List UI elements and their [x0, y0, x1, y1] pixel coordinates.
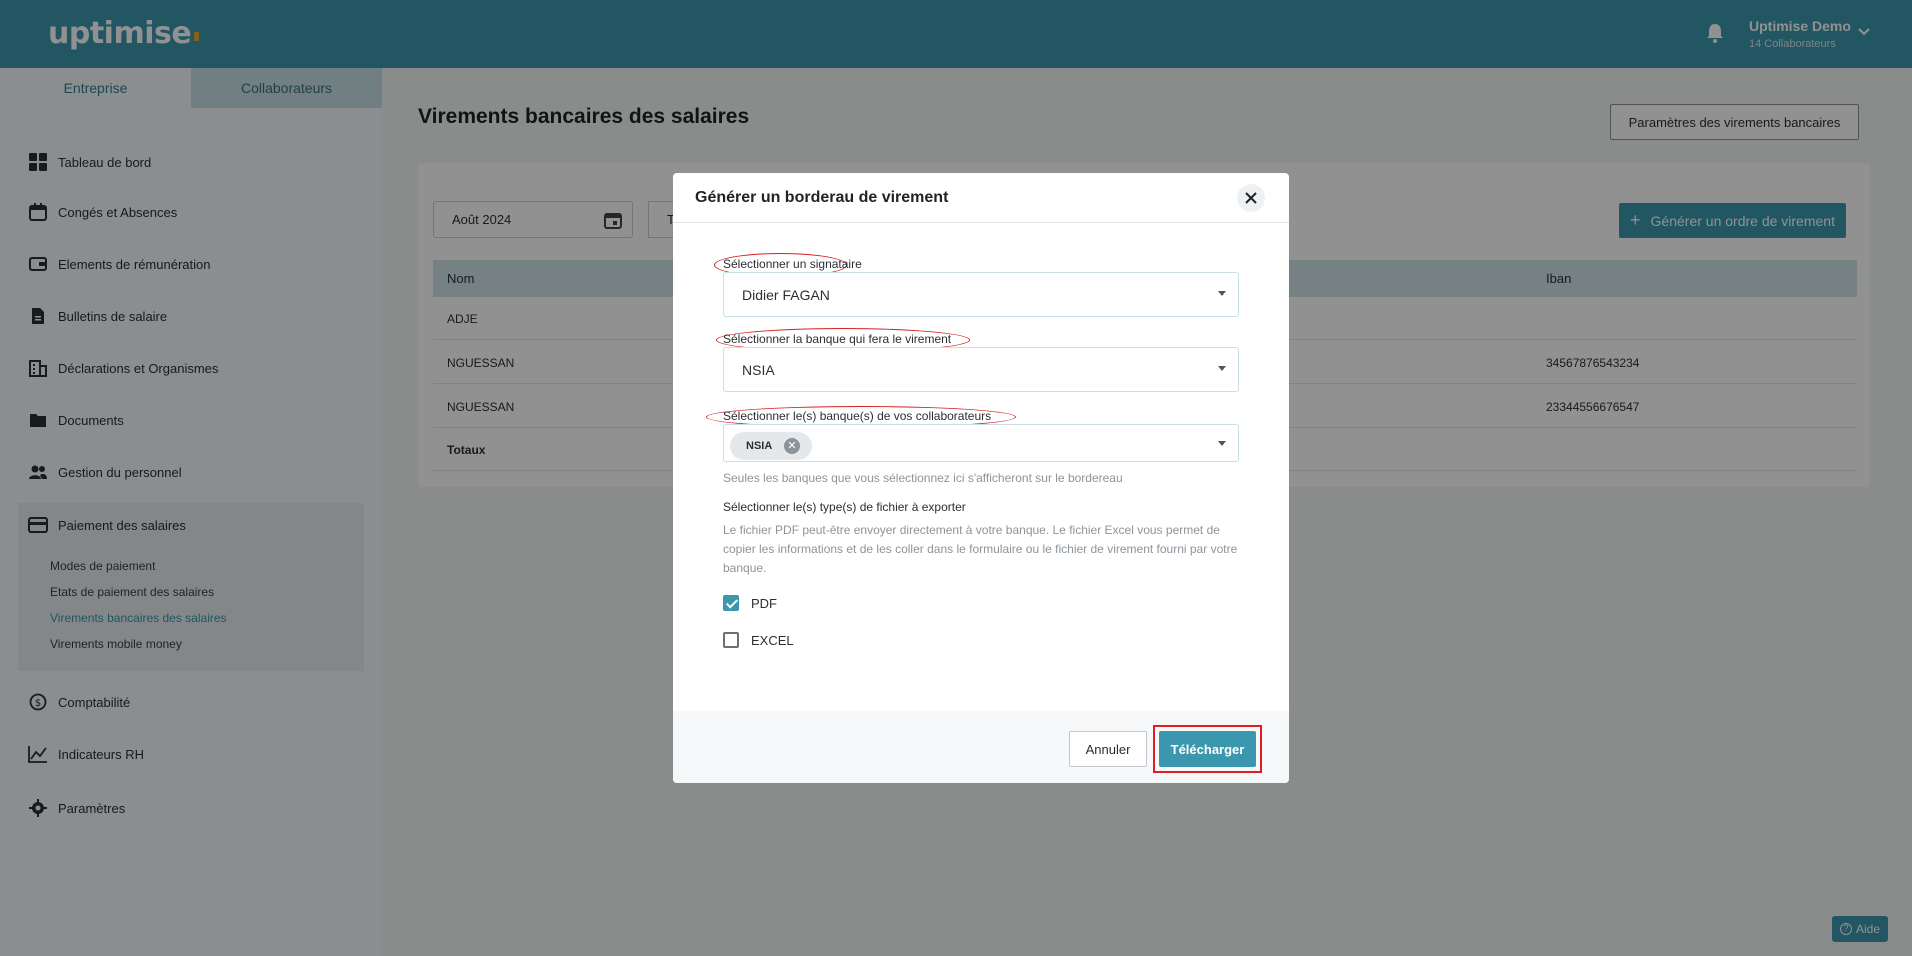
banque-value: NSIA — [742, 362, 775, 378]
generate-borderau-modal: Générer un borderau de virement Sélectio… — [673, 173, 1289, 783]
bank-chip-label: NSIA — [746, 440, 773, 452]
file-types-label: Sélectionner le(s) type(s) de fichier à … — [723, 500, 966, 514]
modal-footer: Annuler Télécharger — [673, 711, 1289, 783]
excel-label: EXCEL — [751, 632, 794, 648]
modal-title: Générer un borderau de virement — [695, 189, 949, 206]
dropdown-arrow-icon — [1218, 291, 1226, 296]
excel-option[interactable]: EXCEL — [723, 632, 794, 648]
dropdown-arrow-icon — [1218, 441, 1226, 446]
close-icon — [1245, 192, 1257, 204]
bank-chip: NSIA ✕ — [730, 432, 812, 460]
download-button[interactable]: Télécharger — [1159, 731, 1256, 767]
banque-select[interactable]: NSIA — [723, 347, 1239, 392]
file-types-hint: Le fichier PDF peut-être envoyer directe… — [723, 523, 1238, 575]
signataire-select[interactable]: Didier FAGAN — [723, 272, 1239, 317]
signataire-label: Sélectionner un signataire — [723, 257, 862, 271]
collab-banks-hint: Seules les banques que vous sélectionnez… — [723, 471, 1123, 485]
pdf-checkbox[interactable] — [723, 595, 739, 611]
signataire-value: Didier FAGAN — [742, 287, 830, 303]
collab-banks-label: Sélectionner le(s) banque(s) de vos coll… — [723, 409, 992, 423]
banque-label: Sélectionner la banque qui fera le virem… — [723, 332, 952, 346]
close-button[interactable] — [1237, 184, 1265, 212]
collab-banks-select[interactable]: NSIA ✕ — [723, 424, 1239, 462]
cancel-button[interactable]: Annuler — [1069, 731, 1147, 767]
dropdown-arrow-icon — [1218, 366, 1226, 371]
modal-header: Générer un borderau de virement — [673, 173, 1289, 223]
pdf-label: PDF — [751, 595, 777, 611]
pdf-option[interactable]: PDF — [723, 595, 777, 611]
chip-remove-icon[interactable]: ✕ — [784, 438, 800, 454]
excel-checkbox[interactable] — [723, 632, 739, 648]
